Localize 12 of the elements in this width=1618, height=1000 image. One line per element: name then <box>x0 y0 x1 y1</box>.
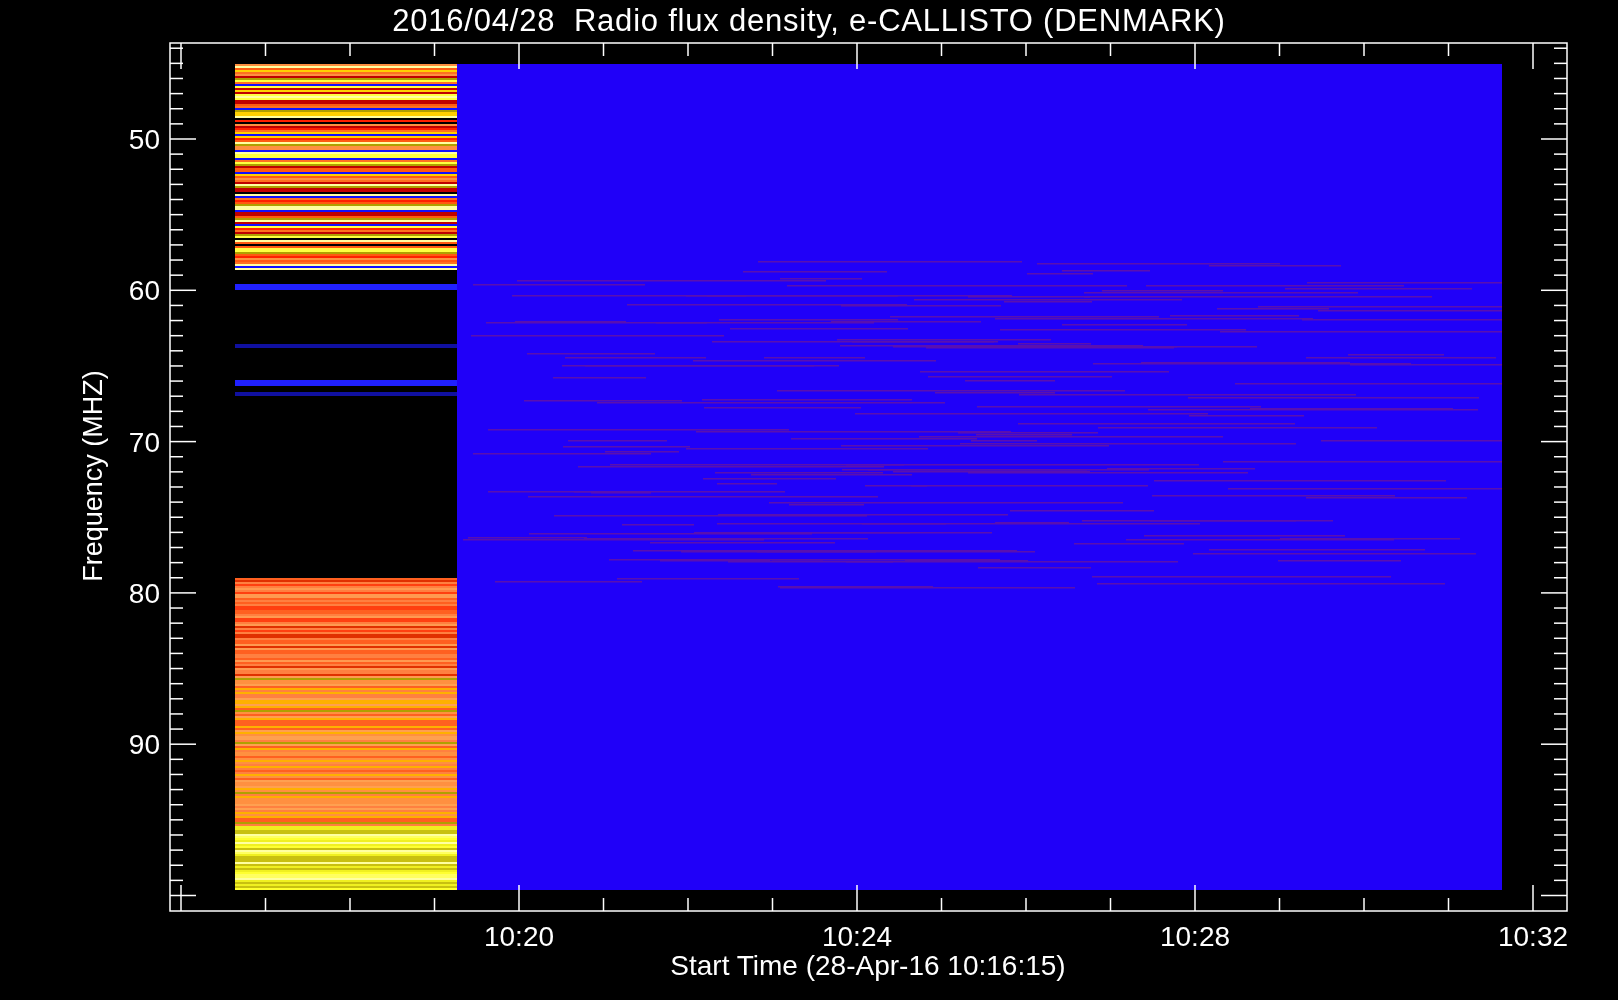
x-tick-label: 10:32 <box>1497 921 1569 952</box>
plot-title: 2016/04/28 Radio flux density, e-CALLISTO (DENMARK) <box>392 2 1226 40</box>
y-tick-label: 50 <box>128 124 160 155</box>
x-tick-label: 10:24 <box>821 921 893 952</box>
y-tick-label: 70 <box>128 426 160 458</box>
y-axis-label: Frequency (MHZ) <box>78 370 108 582</box>
y-tick-label: 90 <box>128 729 160 761</box>
x-axis-label: Start Time (28-Apr-16 10:16:15) <box>670 950 1066 981</box>
x-tick-label: 10:28 <box>1159 921 1231 952</box>
y-tick-label: 80 <box>128 577 160 609</box>
x-tick-label: 10:20 <box>483 921 555 952</box>
y-tick-label: 60 <box>128 275 160 307</box>
